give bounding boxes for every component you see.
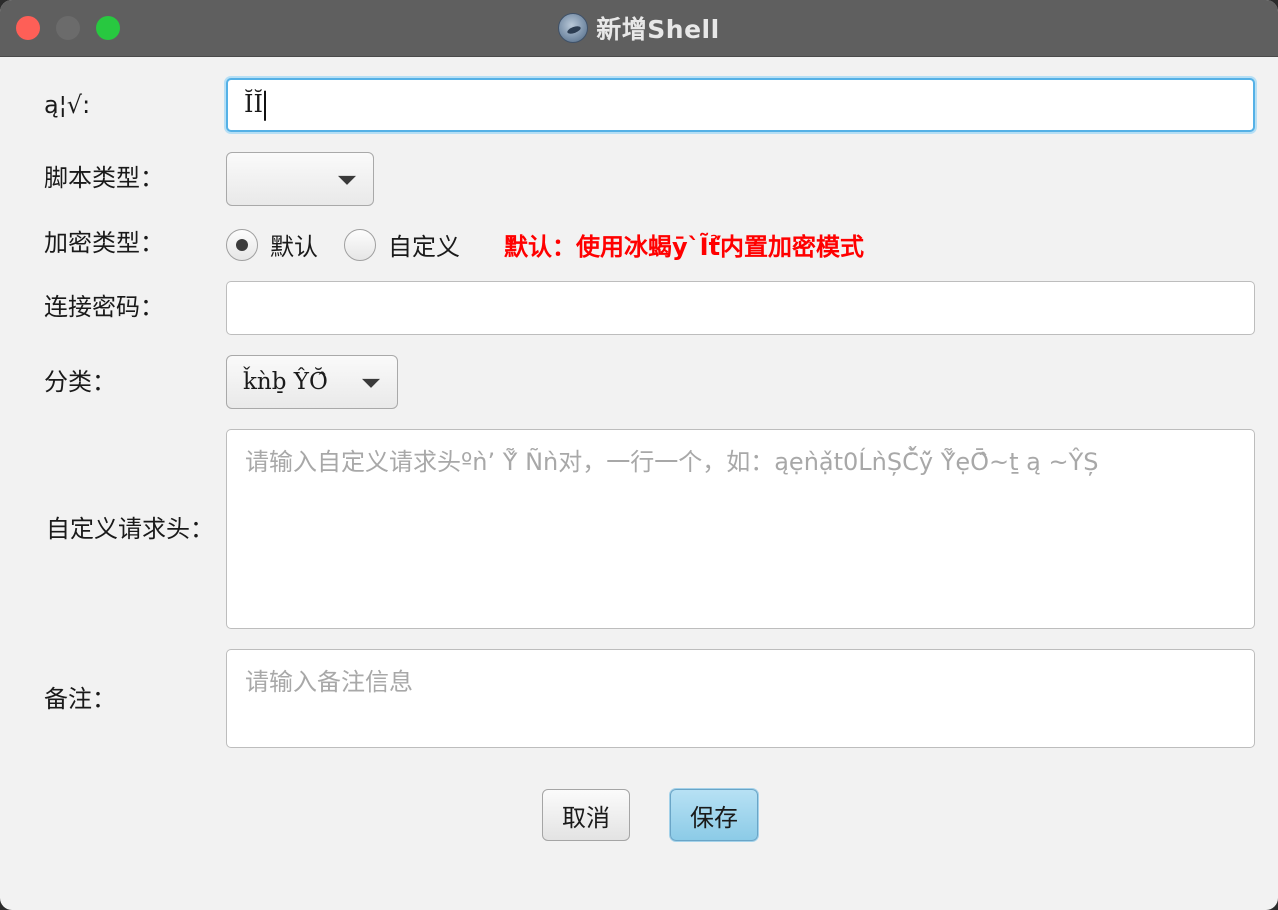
custom-headers-textarea[interactable]: 请输入自定义请求头ºǹ’ Ỹ̌ Ñǹ对，一行一个，如：ąẹǹạ̌t0ĹǹȘČ̈̌…: [226, 429, 1255, 629]
script-type-select[interactable]: [226, 152, 374, 206]
encrypt-type-label: 加密类型：: [44, 229, 164, 257]
window-title: 新增Shell: [596, 15, 720, 44]
chevron-down-icon: [362, 378, 380, 388]
add-shell-dialog: 新增Shell ą¦√: ĬĬ 脚本类型： 加密类型： 默认 自定义 默认：使用…: [0, 0, 1278, 910]
category-select[interactable]: ǩǹb̠ ŶŎ̂: [226, 355, 398, 409]
chevron-down-icon: [338, 175, 356, 185]
encrypt-custom-option[interactable]: 自定义: [344, 227, 460, 262]
url-input-value: ĬĬ: [244, 90, 266, 121]
category-value: ǩǹb̠ ŶŎ̂: [243, 369, 328, 395]
encrypt-default-option[interactable]: 默认: [226, 227, 318, 262]
custom-headers-placeholder: 请输入自定义请求头ºǹ’ Ỹ̌ Ñǹ对，一行一个，如：ąẹǹạ̌t0ĹǹȘČ̈̌…: [245, 448, 1099, 476]
remark-placeholder: 请输入备注信息: [245, 668, 413, 696]
password-label: 连接密码：: [44, 293, 164, 321]
remark-label: 备注：: [44, 685, 116, 713]
title-bar[interactable]: 新增Shell: [0, 0, 1278, 57]
remark-textarea[interactable]: 请输入备注信息: [226, 649, 1255, 748]
encrypt-default-label: 默认: [270, 233, 318, 261]
url-label: ą¦√:: [44, 91, 91, 119]
category-label: 分类：: [44, 368, 116, 396]
url-input[interactable]: ĬĬ: [226, 78, 1255, 132]
encrypt-custom-label: 自定义: [388, 233, 460, 261]
text-caret: [263, 90, 266, 121]
cancel-button[interactable]: 取消: [542, 789, 630, 841]
script-type-label: 脚本类型：: [44, 164, 164, 192]
password-input[interactable]: [226, 281, 1255, 335]
custom-headers-label: 自定义请求头：: [46, 515, 214, 543]
encrypt-custom-radio[interactable]: [344, 228, 376, 261]
encrypt-default-radio[interactable]: [226, 228, 258, 261]
save-button[interactable]: 保存: [670, 789, 758, 841]
scorpion-app-icon: [558, 13, 589, 43]
title-group: 新增Shell: [0, 0, 1278, 56]
encrypt-hint-text: 默认：使用冰蝎ȳ`Ĩť̉内置加密模式: [504, 233, 865, 261]
